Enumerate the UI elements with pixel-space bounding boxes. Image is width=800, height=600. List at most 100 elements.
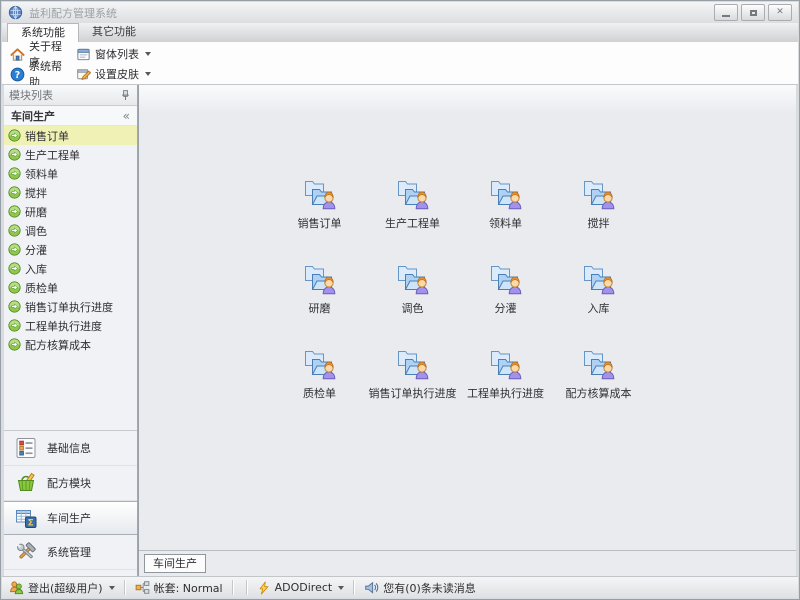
shortcut-label: 研磨 [309,300,331,316]
table-sigma-icon [14,506,38,530]
nav-item-formula-costing[interactable]: 配方核算成本 [4,335,137,354]
nav-item-label: 生产工程单 [25,147,80,163]
nav-item-label: 领料单 [25,166,58,182]
nav-item-tinting[interactable]: 调色 [4,221,137,240]
collapse-chevron-icon[interactable]: « [123,109,130,123]
close-button[interactable]: ✕ [768,4,792,21]
set-skin-label: 设置皮肤 [95,66,139,82]
doc-tab-workshop-production[interactable]: 车间生产 [144,554,206,573]
account-set-indicator: 帐套: Normal [135,580,223,596]
maximize-button[interactable] [741,4,765,21]
shortcut-label: 配方核算成本 [566,385,632,401]
nav-item-label: 搅拌 [25,185,47,201]
shortcut-production-order[interactable]: 生产工程单 [366,173,459,258]
unread-messages-button[interactable]: 您有(0)条未读消息 [364,580,476,596]
minimize-button[interactable] [714,4,738,21]
minimize-icon [722,15,730,17]
nav-item-list: 销售订单 生产工程单 领料单 搅拌 研磨 调色 [4,126,137,354]
nav-item-mixing[interactable]: 搅拌 [4,183,137,202]
nav-item-material-requisition[interactable]: 领料单 [4,164,137,183]
list-icon [14,436,38,460]
logout-button[interactable]: 登出(超级用户) [9,580,115,596]
nav-item-work-order-progress[interactable]: 工程单执行进度 [4,316,137,335]
shortcut-label: 调色 [402,300,424,316]
main-workspace: 销售订单 生产工程单 领料单 搅拌 研磨 调色 [138,85,796,576]
shortcut-warehousing[interactable]: 入库 [552,258,645,343]
connection-mode-button[interactable]: ADODirect [257,581,345,595]
module-system-management[interactable]: 系统管理 [4,535,137,570]
green-arrow-orb-icon [8,281,21,294]
shortcut-label: 生产工程单 [385,215,440,231]
module-list-title: 模块列表 [9,87,53,103]
module-label: 配方模块 [47,475,91,491]
speaker-icon [364,580,379,595]
form-list-button[interactable]: 窗体列表 [71,44,156,64]
module-label: 基础信息 [47,440,91,456]
window-controls: ✕ [714,4,792,21]
org-chart-icon [135,580,150,595]
module-formula[interactable]: 配方模块 [4,466,137,501]
skin-icon [76,67,91,82]
nav-item-label: 销售订单 [25,128,69,144]
shortcut-label: 质检单 [303,385,336,401]
group-header-workshop[interactable]: 车间生产 « [4,106,137,126]
folder-user-icon [300,343,340,383]
green-arrow-orb-icon [8,338,21,351]
shortcut-grinding[interactable]: 研磨 [273,258,366,343]
logout-label: 登出(超级用户) [28,580,103,596]
shortcut-material-requisition[interactable]: 领料单 [459,173,552,258]
dropdown-arrow-icon [109,586,115,590]
folder-user-icon [486,173,526,213]
document-tab-bar: 车间生产 [139,550,796,576]
nav-item-sales-order[interactable]: 销售订单 [4,126,137,145]
group-header-label: 车间生产 [11,108,55,124]
pin-icon[interactable] [119,89,132,102]
module-basic-info[interactable]: 基础信息 [4,431,137,466]
system-help-button[interactable]: 系统帮助 [5,64,71,84]
folder-user-icon [579,343,619,383]
shortcut-sales-order[interactable]: 销售订单 [273,173,366,258]
account-set-label: 帐套: Normal [154,580,223,596]
set-skin-button[interactable]: 设置皮肤 [71,64,156,84]
module-label: 系统管理 [47,544,91,560]
shortcut-tinting[interactable]: 调色 [366,258,459,343]
shortcut-quality-inspection[interactable]: 质检单 [273,343,366,428]
shortcut-label: 搅拌 [588,215,610,231]
shortcut-formula-costing[interactable]: 配方核算成本 [552,343,645,428]
nav-item-grinding[interactable]: 研磨 [4,202,137,221]
shortcut-mixing[interactable]: 搅拌 [552,173,645,258]
shortcut-label: 入库 [588,300,610,316]
ribbon-row-1: 关于程序 窗体列表 [5,44,798,64]
statusbar-separator [124,580,126,595]
module-workshop-production[interactable]: 车间生产 [4,501,137,535]
nav-item-sales-order-progress[interactable]: 销售订单执行进度 [4,297,137,316]
green-arrow-orb-icon [8,224,21,237]
shortcut-sales-order-progress[interactable]: 销售订单执行进度 [366,343,459,428]
nav-item-filling[interactable]: 分灌 [4,240,137,259]
nav-item-label: 配方核算成本 [25,337,91,353]
shortcut-label: 领料单 [489,215,522,231]
folder-user-icon [393,258,433,298]
close-icon: ✕ [776,8,784,17]
help-icon [10,67,25,82]
green-arrow-orb-icon [8,319,21,332]
shortcut-label: 销售订单执行进度 [369,385,457,401]
tab-other-functions[interactable]: 其它功能 [79,23,149,42]
statusbar-separator [353,580,355,595]
folder-user-icon [300,173,340,213]
folder-user-icon [300,258,340,298]
statusbar-separator [232,580,234,595]
nav-item-warehousing[interactable]: 入库 [4,259,137,278]
dropdown-arrow-icon [145,52,151,56]
shortcut-filling[interactable]: 分灌 [459,258,552,343]
nav-item-label: 研磨 [25,204,47,220]
folder-user-icon [579,173,619,213]
module-sidebar: 模块列表 车间生产 « 销售订单 生产工程单 领料单 搅拌 [4,85,138,576]
green-arrow-orb-icon [8,186,21,199]
shortcut-work-order-progress[interactable]: 工程单执行进度 [459,343,552,428]
nav-item-label: 分灌 [25,242,47,258]
nav-item-quality-inspection[interactable]: 质检单 [4,278,137,297]
nav-item-production-order[interactable]: 生产工程单 [4,145,137,164]
folder-user-icon [393,343,433,383]
home-icon [10,47,25,62]
